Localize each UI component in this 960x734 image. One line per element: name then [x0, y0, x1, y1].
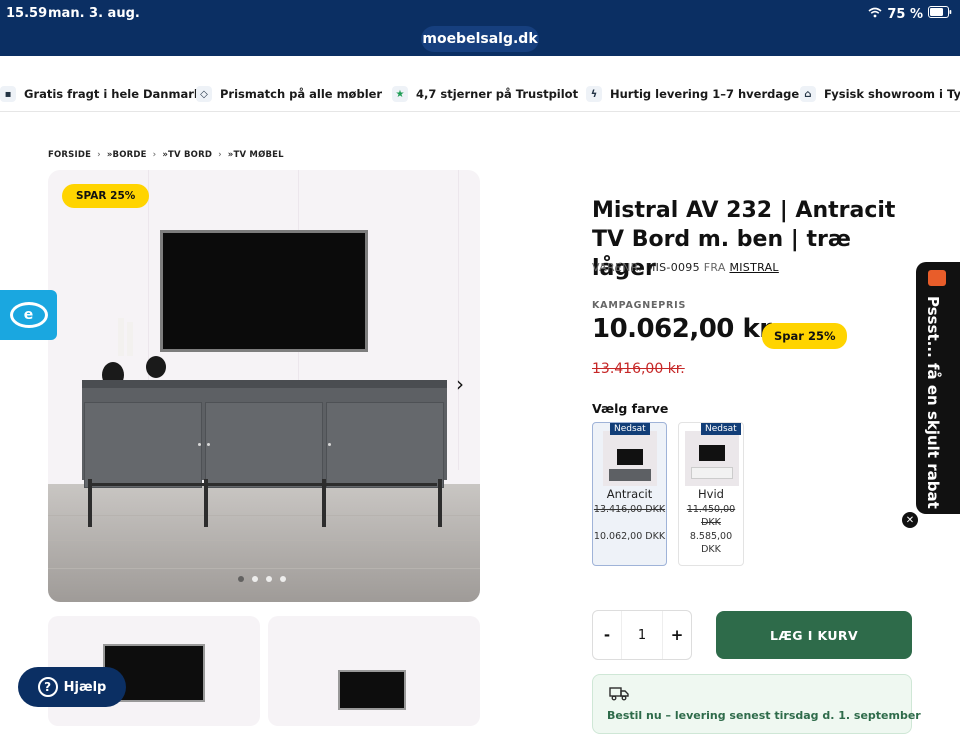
quantity-input[interactable]: 1 — [621, 611, 663, 659]
floor-plank-line — [48, 568, 480, 569]
variant-tv — [699, 445, 725, 461]
product-main-image[interactable]: SPAR 25% › — [48, 170, 480, 602]
chevron-right-icon[interactable]: › — [456, 372, 464, 396]
add-to-cart-button[interactable]: LÆG I KURV — [716, 611, 912, 659]
variant-new-price: 8.585,00 DKK — [689, 531, 733, 555]
usp-item: ◇ Prismatch på alle møbler — [196, 86, 382, 102]
candle — [127, 322, 133, 356]
status-indicators: 75 % — [868, 6, 952, 22]
usp-item: ★ 4,7 stjerner på Trustpilot — [392, 86, 578, 102]
tv-cabinet — [82, 380, 447, 488]
variant-badge: Nedsat — [610, 423, 650, 435]
floor — [48, 484, 480, 602]
truck-icon: ▪ — [0, 86, 16, 102]
truck-icon — [609, 687, 629, 705]
cabinet-door — [205, 402, 323, 488]
star-icon: ★ — [392, 86, 408, 102]
variant-hvid[interactable]: Nedsat Hvid 11.450,00 DKK 8.585,00 DKK — [678, 422, 744, 566]
variant-new-price: 10.062,00 DKK — [593, 531, 666, 542]
cabinet-leg — [204, 479, 208, 527]
floor-plank-line — [48, 515, 480, 516]
breadcrumb-link[interactable]: »TV MØBEL — [228, 150, 284, 160]
usp-item: ⌂ Fysisk showroom i Tylstru — [800, 86, 960, 102]
breadcrumb-link[interactable]: »TV BORD — [162, 150, 212, 160]
variant-antracit[interactable]: Nedsat Antracit 13.416,00 DKK 10.062,00 … — [592, 422, 667, 566]
door-knob — [198, 443, 201, 446]
gallery-dot[interactable] — [280, 576, 286, 582]
help-button[interactable]: ? Hjælp — [18, 667, 126, 707]
gallery-dot[interactable] — [252, 576, 258, 582]
breadcrumb-link[interactable]: »BORDE — [107, 150, 147, 160]
variant-name: Antracit — [606, 487, 653, 501]
variant-image — [603, 431, 657, 486]
variant-image — [685, 431, 739, 486]
discount-popup-text: Pssst... få en skjult rabat — [924, 296, 942, 509]
cabinet-leg — [438, 479, 442, 527]
sale-badge: SPAR 25% — [62, 184, 150, 208]
tv-screen — [160, 230, 368, 352]
door-knob — [207, 443, 210, 446]
wall-panel-line — [458, 170, 459, 470]
floor-plank-line — [48, 540, 480, 541]
old-price: 13.416,00 kr. — [592, 361, 685, 377]
cabinet-door — [84, 402, 202, 488]
battery-level: 75 % — [887, 6, 923, 22]
wifi-icon — [868, 7, 882, 22]
close-icon[interactable]: ✕ — [902, 512, 918, 528]
gallery-dot[interactable] — [238, 576, 244, 582]
decor-ball — [146, 356, 166, 378]
usp-bar: ▪ Gratis fragt i hele Danmark ◇ Prismatc… — [0, 76, 960, 112]
variant-tv — [617, 449, 643, 465]
top-header: 15.59 man. 3. aug. 75 % moebelsalg.dk — [0, 0, 960, 56]
door-knob — [328, 443, 331, 446]
tag-icon: ◇ — [196, 86, 212, 102]
delivery-text: Bestil nu – levering senest tirsdag d. 1… — [607, 709, 921, 722]
cabinet-frame — [92, 483, 437, 486]
accessibility-widget[interactable]: e — [0, 290, 57, 340]
help-label: Hjælp — [63, 679, 107, 695]
quantity-decrease-button[interactable]: - — [593, 611, 621, 659]
eye-icon: e — [9, 302, 48, 328]
store-icon: ⌂ — [800, 86, 816, 102]
usp-item: ϟ Hurtig levering 1–7 hverdage — [586, 86, 799, 102]
quantity-stepper: - 1 + — [592, 610, 692, 660]
variant-name: Hvid — [698, 487, 724, 501]
variant-badge: Nedsat — [701, 423, 741, 435]
product-sku: VARENR. MIS-0095 FRA MISTRAL — [592, 261, 779, 274]
cabinet-leg — [88, 479, 92, 527]
url-bar[interactable]: moebelsalg.dk — [421, 26, 539, 52]
variant-old-price: 11.450,00 DKK — [686, 504, 736, 528]
cabinet-door — [326, 402, 444, 488]
breadcrumb: FORSIDE › »BORDE › »TV BORD › »TV MØBEL — [48, 150, 284, 160]
brand-link[interactable]: MISTRAL — [729, 261, 778, 274]
battery-icon — [928, 6, 952, 22]
breadcrumb-link[interactable]: FORSIDE — [48, 150, 91, 160]
variant-cabinet — [691, 467, 733, 479]
variant-cabinet — [609, 469, 651, 481]
current-price: 10.062,00 kr. — [592, 314, 778, 344]
color-label: Vælg farve — [592, 401, 669, 416]
discount-badge: Spar 25% — [762, 323, 848, 349]
question-icon: ? — [37, 677, 58, 697]
campaign-label: KAMPAGNEPRIS — [592, 300, 687, 311]
cabinet-leg — [322, 479, 326, 527]
product-thumbnail[interactable] — [268, 616, 480, 726]
chevron-right-icon: › — [218, 150, 222, 160]
delivery-info: Bestil nu – levering senest tirsdag d. 1… — [592, 674, 921, 734]
discount-popup-tab[interactable]: Pssst... få en skjult rabat — [916, 262, 960, 514]
candle — [118, 318, 124, 356]
chevron-right-icon: › — [152, 150, 157, 160]
status-date: man. 3. aug. — [48, 6, 140, 21]
variant-old-price: 13.416,00 DKK — [593, 504, 666, 515]
status-time: 15.59 — [6, 6, 48, 21]
quantity-increase-button[interactable]: + — [663, 611, 691, 659]
thumbnail-tv — [338, 670, 406, 710]
gallery-dots — [238, 576, 286, 582]
gallery-dot[interactable] — [266, 576, 272, 582]
gift-icon — [928, 270, 946, 286]
chevron-right-icon: › — [97, 150, 101, 160]
usp-item: ▪ Gratis fragt i hele Danmark — [0, 86, 202, 102]
lightning-icon: ϟ — [586, 86, 602, 102]
